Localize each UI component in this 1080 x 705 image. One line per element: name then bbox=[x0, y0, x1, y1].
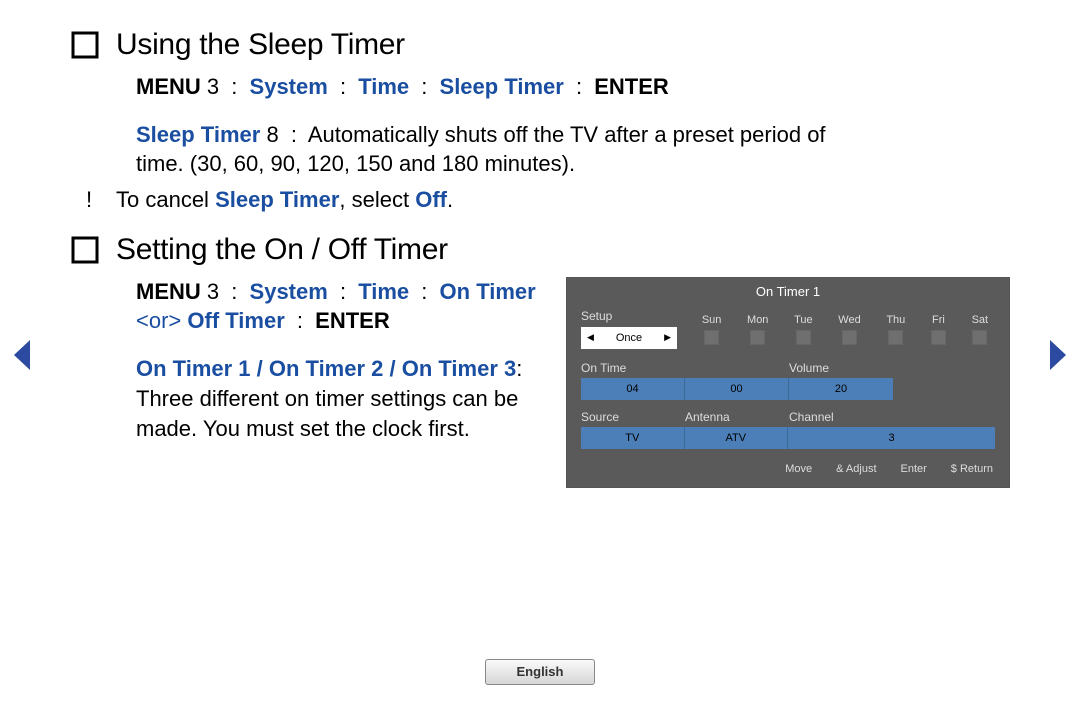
term-sleep-timer: Sleep Timer bbox=[136, 122, 260, 147]
path-system: System bbox=[250, 279, 328, 304]
day-label: Tue bbox=[794, 314, 813, 326]
panel-title: On Timer 1 bbox=[567, 278, 1009, 309]
heading-text: Setting the On / Off Timer bbox=[116, 233, 448, 267]
antenna-field[interactable]: ATV bbox=[685, 427, 789, 449]
setup-label: Setup bbox=[581, 309, 677, 323]
path-sep: : bbox=[415, 74, 433, 99]
language-button[interactable]: English bbox=[485, 659, 595, 685]
section-heading-sleep-timer: Using the Sleep Timer bbox=[70, 28, 1010, 62]
right-triangle-icon[interactable]: ▶ bbox=[664, 332, 671, 343]
source-label: Source bbox=[581, 410, 685, 424]
hollow-square-icon bbox=[70, 235, 100, 265]
term-on-timer: On Timer 1 / On Timer 2 / On Timer bbox=[136, 356, 498, 381]
path-sep: : bbox=[334, 279, 352, 304]
path-sep: : bbox=[570, 74, 588, 99]
volume-field[interactable]: 20 bbox=[789, 378, 893, 400]
setup-value: Once bbox=[616, 332, 642, 344]
para-body: Three different on timer settings can be… bbox=[136, 386, 518, 441]
day-label: Fri bbox=[932, 314, 945, 326]
days-row: Sun Mon Tue Wed Thu Fri Sat bbox=[695, 312, 995, 345]
on-time-label: On Time bbox=[581, 361, 789, 375]
foot-return: $ Return bbox=[951, 463, 993, 475]
path-sep: : bbox=[334, 74, 352, 99]
foot-adjust: & Adjust bbox=[836, 463, 876, 475]
menu-label: MENU bbox=[136, 279, 201, 304]
section-heading-on-off-timer: Setting the On / Off Timer bbox=[70, 233, 1010, 267]
foot-enter: Enter bbox=[901, 463, 927, 475]
antenna-label: Antenna bbox=[685, 410, 789, 424]
day-label: Wed bbox=[838, 314, 860, 326]
left-triangle-icon[interactable]: ◀ bbox=[587, 332, 594, 343]
term-on-timer-3: 3 bbox=[504, 356, 516, 381]
next-page-arrow[interactable] bbox=[1046, 338, 1070, 377]
setup-selector[interactable]: ◀ Once ▶ bbox=[581, 327, 677, 349]
path-or: <or> bbox=[136, 308, 187, 333]
menu-suffix: 3 bbox=[207, 279, 219, 304]
foot-move: Move bbox=[785, 463, 812, 475]
note-mark-icon: ! bbox=[86, 185, 116, 215]
day-tue: Tue bbox=[794, 314, 813, 345]
path-system: System bbox=[250, 74, 328, 99]
day-checkbox[interactable] bbox=[931, 330, 946, 345]
minute-field[interactable]: 00 bbox=[685, 378, 789, 400]
note-t5: . bbox=[447, 187, 453, 212]
enter-label: ENTER bbox=[594, 74, 669, 99]
enter-label: ENTER bbox=[315, 308, 390, 333]
day-checkbox[interactable] bbox=[888, 330, 903, 345]
menu-suffix: 3 bbox=[207, 74, 219, 99]
volume-label: Volume bbox=[789, 361, 829, 375]
note-off: Off bbox=[415, 187, 447, 212]
day-label: Thu bbox=[886, 314, 905, 326]
path-on: On bbox=[440, 279, 471, 304]
day-fri: Fri bbox=[931, 314, 946, 345]
term-suffix: 8 bbox=[266, 122, 278, 147]
day-sat: Sat bbox=[972, 314, 989, 345]
menu-label: MENU bbox=[136, 74, 201, 99]
day-label: Sun bbox=[702, 314, 722, 326]
day-thu: Thu bbox=[886, 314, 905, 345]
para-sep: : bbox=[516, 356, 522, 381]
source-field[interactable]: TV bbox=[581, 427, 685, 449]
prev-page-arrow[interactable] bbox=[10, 338, 34, 377]
day-checkbox[interactable] bbox=[842, 330, 857, 345]
path-time: Time bbox=[358, 279, 409, 304]
day-sun: Sun bbox=[702, 314, 722, 345]
path-timer: Timer bbox=[476, 279, 536, 304]
path-sep: : bbox=[225, 279, 243, 304]
path-sep: : bbox=[225, 74, 243, 99]
day-checkbox[interactable] bbox=[704, 330, 719, 345]
path-sleep-timer: Sleep Timer bbox=[440, 74, 564, 99]
menu-path-sleep-timer: MENU 3 : System : Time : Sleep Timer : E… bbox=[136, 72, 1010, 102]
path-off-timer: Off Timer bbox=[187, 308, 284, 333]
para-sep: : bbox=[285, 122, 303, 147]
note-t1: To cancel bbox=[116, 187, 215, 212]
note-term: Sleep Timer bbox=[215, 187, 339, 212]
day-checkbox[interactable] bbox=[972, 330, 987, 345]
heading-text: Using the Sleep Timer bbox=[116, 28, 405, 62]
para-body-2: time. (30, 60, 90, 120, 150 and 180 minu… bbox=[136, 151, 575, 176]
path-time: Time bbox=[358, 74, 409, 99]
menu-path-on-off-timer: MENU 3 : System : Time : On Timer <or> O… bbox=[136, 277, 538, 336]
note-t3: , select bbox=[339, 187, 415, 212]
on-timer-panel: On Timer 1 Setup ◀ Once ▶ SunMonTueWe bbox=[566, 277, 1010, 488]
day-label: Mon bbox=[747, 314, 768, 326]
sleep-timer-note: ! To cancel Sleep Timer, select Off. bbox=[86, 185, 1010, 215]
sleep-timer-description: Sleep Timer 8 : Automatically shuts off … bbox=[136, 120, 1010, 179]
hour-field[interactable]: 04 bbox=[581, 378, 685, 400]
day-checkbox[interactable] bbox=[796, 330, 811, 345]
path-sep: : bbox=[291, 308, 309, 333]
panel-footer: Move & Adjust Enter $ Return bbox=[567, 449, 1009, 477]
channel-label: Channel bbox=[789, 410, 834, 424]
path-sep: : bbox=[415, 279, 433, 304]
day-checkbox[interactable] bbox=[750, 330, 765, 345]
para-body-1: Automatically shuts off the TV after a p… bbox=[308, 122, 826, 147]
on-timer-description: On Timer 1 / On Timer 2 / On Timer 3: Th… bbox=[136, 354, 538, 443]
day-mon: Mon bbox=[747, 314, 768, 345]
channel-field[interactable]: 3 bbox=[788, 427, 995, 449]
hollow-square-icon bbox=[70, 30, 100, 60]
day-label: Sat bbox=[972, 314, 989, 326]
day-wed: Wed bbox=[838, 314, 860, 345]
